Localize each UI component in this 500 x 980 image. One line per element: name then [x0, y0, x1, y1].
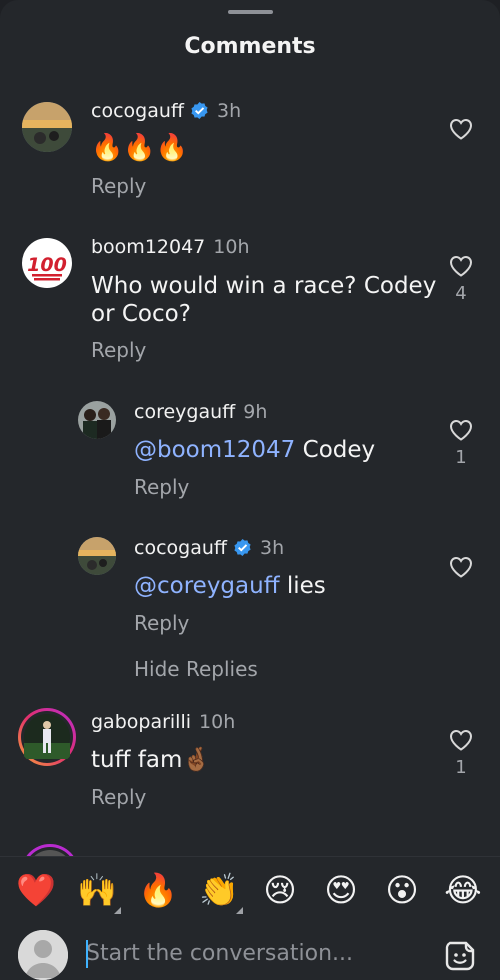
comment-input[interactable]: Start the conversation...	[86, 936, 426, 972]
default-profile-icon	[18, 930, 68, 980]
current-user-avatar	[18, 930, 68, 980]
comment-header: cocogauff 3h	[134, 537, 284, 562]
emoji-clapping[interactable]: 👏	[197, 868, 243, 914]
avatar[interactable]: 100	[22, 238, 72, 288]
comment-time: 10h	[199, 711, 236, 733]
username[interactable]: coreygauff	[134, 401, 235, 423]
username[interactable]: gaboparilli	[91, 711, 191, 733]
divider	[0, 856, 500, 857]
story-ring-avatar	[25, 844, 75, 857]
comment-body: lies	[279, 573, 326, 599]
emoji-fire[interactable]: 🔥	[136, 868, 180, 912]
comment-header: gaboparilli 10h	[91, 711, 235, 733]
username[interactable]: boom12047	[91, 236, 205, 258]
comment-header: cocogauff 3h	[91, 100, 241, 125]
sticker-icon	[445, 941, 475, 971]
like-button[interactable]	[448, 556, 474, 578]
emoji-surprised[interactable]: 😮	[380, 868, 424, 912]
skin-tone-indicator-icon	[236, 907, 243, 914]
reply-button[interactable]: Reply	[134, 475, 189, 499]
heart-icon	[449, 118, 473, 140]
comment-time: 3h	[259, 537, 285, 559]
username[interactable]: cocogauff	[91, 100, 184, 122]
comment-text-line-2: or Coco?	[91, 301, 191, 327]
comment-header: coreygauff 9h	[134, 401, 267, 423]
emoji-heart-eyes[interactable]: 😍	[319, 868, 363, 912]
like-button[interactable]	[448, 118, 474, 140]
avatar[interactable]	[78, 537, 116, 575]
reply-button[interactable]: Reply	[91, 785, 146, 809]
verified-badge-icon	[233, 538, 252, 562]
story-ring-avatar[interactable]	[17, 707, 77, 767]
drag-handle[interactable]	[228, 10, 273, 14]
avatar[interactable]	[22, 102, 72, 152]
like-button[interactable]: 4	[448, 255, 474, 304]
heart-icon	[449, 419, 473, 441]
emoji-quick-bar: ❤️ 🙌 🔥 👏 😢 😍 😮 😂	[0, 860, 500, 920]
like-count: 1	[455, 757, 467, 778]
emoji-crying[interactable]: 😢	[258, 868, 302, 912]
comments-sheet: Comments cocogauff 3h 🔥🔥🔥 Reply 100 boom1…	[0, 0, 500, 980]
sheet-title: Comments	[184, 34, 316, 59]
mention-link[interactable]: @coreygauff	[134, 573, 280, 599]
comment-time: 3h	[216, 100, 242, 122]
reply-button[interactable]: Reply	[91, 174, 146, 198]
like-button[interactable]: 1	[448, 419, 474, 468]
comment-body: Codey	[295, 437, 376, 463]
emoji-raising-hands[interactable]: 🙌	[75, 868, 121, 914]
heart-icon	[449, 255, 473, 277]
verified-badge-icon	[190, 101, 209, 125]
comment-text: 🔥🔥🔥	[91, 133, 189, 163]
emoji-laughing[interactable]: 😂	[441, 868, 485, 912]
emoji-raising-hands-glyph: 🙌	[77, 871, 117, 909]
sticker-button[interactable]	[444, 940, 476, 972]
username[interactable]: cocogauff	[134, 537, 227, 559]
comment-header: boom12047 10h	[91, 236, 249, 258]
mention-link[interactable]: @boom12047	[134, 437, 295, 463]
next-comment-partial	[20, 843, 500, 857]
like-count: 4	[455, 283, 467, 304]
comment-text: @coreygauff lies	[134, 572, 326, 600]
avatar[interactable]	[78, 401, 116, 439]
hide-replies-button[interactable]: Hide Replies	[134, 657, 258, 681]
comment-text: tuff fam🤞🏾	[91, 747, 211, 773]
svg-text:100: 100	[27, 254, 67, 276]
emoji-clapping-glyph: 👏	[199, 871, 239, 909]
heart-icon	[449, 729, 473, 751]
comment-text: @boom12047 Codey	[134, 436, 375, 464]
like-button[interactable]: 1	[448, 729, 474, 778]
heart-icon	[449, 556, 473, 578]
text-cursor	[86, 940, 88, 968]
comment-composer: Start the conversation...	[0, 920, 500, 980]
skin-tone-indicator-icon	[114, 907, 121, 914]
reply-button[interactable]: Reply	[134, 611, 189, 635]
reply-button[interactable]: Reply	[91, 338, 146, 362]
emoji-heart[interactable]: ❤️	[14, 868, 58, 912]
comment-time: 9h	[243, 401, 268, 423]
like-count: 1	[455, 447, 467, 468]
comment-text-line-1: Who would win a race? Codey	[91, 273, 437, 299]
comment-time: 10h	[213, 236, 250, 258]
